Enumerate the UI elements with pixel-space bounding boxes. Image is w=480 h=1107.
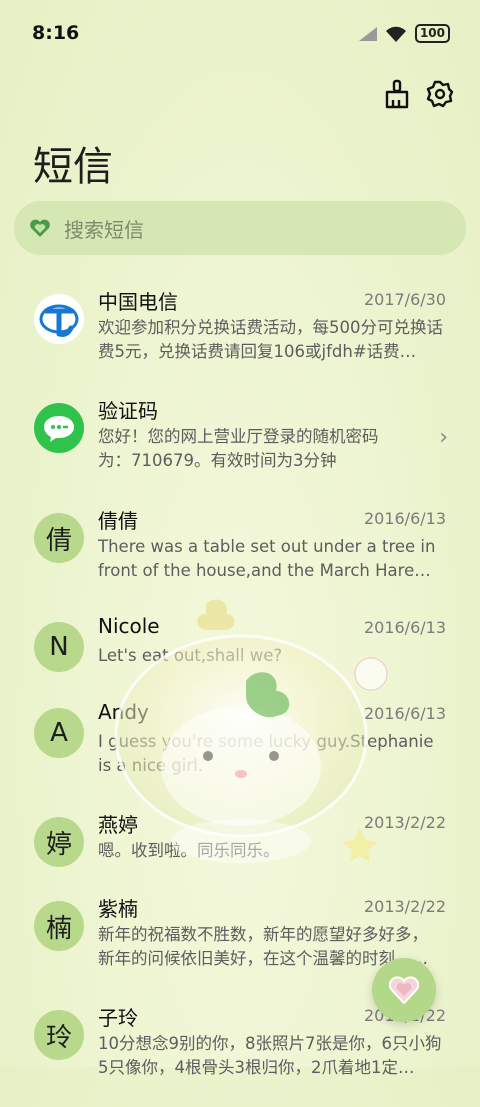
message-date: 2017/6/30	[363, 290, 446, 309]
signal-icon	[358, 26, 377, 41]
search-bar[interactable]: 搜索短信	[14, 201, 466, 255]
message-date: 2013/2/22	[363, 897, 446, 916]
status-icons: 100	[358, 24, 450, 43]
message-preview: 您好！您的网上营业厅登录的随机密码为：710679。有效时间为3分钟	[98, 427, 379, 470]
message-preview: Let's eat out,shall we?	[98, 646, 283, 665]
avatar: 楠	[34, 901, 84, 951]
sender-name: 子玲	[98, 1006, 138, 1030]
message-preview: 欢迎参加积分兑换话费活动，每500分可兑换话费5元，兑换话费请回复106或jfd…	[98, 318, 443, 361]
avatar: N	[34, 622, 84, 672]
chevron-right-icon[interactable]: ›	[439, 425, 448, 450]
list-item[interactable]: A Andy 2016/6/13 I guess you're some luc…	[0, 700, 480, 805]
message-date: 2013/2/22	[363, 813, 446, 832]
avatar: 玲	[34, 1010, 84, 1060]
message-preview: 10分想念9别的你，8张照片7张是你，6只小狗5只像你，4根骨头3根归你，2爪着…	[98, 1034, 442, 1077]
heart-gem-icon	[389, 976, 419, 1004]
sender-name: 中国电信	[98, 290, 178, 314]
compose-fab-button[interactable]	[372, 958, 436, 1022]
list-item[interactable]: 验证码 您好！您的网上营业厅登录的随机密码为：710679。有效时间为3分钟 ›	[0, 395, 480, 500]
list-item[interactable]: 中国电信 2017/6/30 欢迎参加积分兑换话费活动，每500分可兑换话费5元…	[0, 286, 480, 391]
status-time: 8:16	[32, 22, 80, 44]
message-date: 2016/6/13	[363, 704, 446, 723]
heart-search-icon	[30, 219, 50, 237]
message-bubble-icon	[34, 403, 84, 453]
clean-brush-icon[interactable]	[381, 78, 413, 110]
wifi-icon	[385, 26, 406, 42]
sender-name: 燕婷	[98, 813, 138, 837]
sender-name: Nicole	[98, 614, 160, 638]
search-placeholder[interactable]: 搜索短信	[64, 214, 144, 243]
battery-icon: 100	[414, 24, 450, 43]
list-item[interactable]: 倩 倩倩 2016/6/13 There was a table set out…	[0, 505, 480, 610]
sender-name: 验证码	[98, 399, 158, 423]
settings-gear-icon[interactable]	[424, 78, 456, 110]
message-preview: I guess you're some lucky guy.Stephanie …	[98, 732, 434, 775]
sender-name: 紫楠	[98, 897, 138, 921]
status-bar: 8:16 100	[0, 0, 480, 68]
sender-name: Andy	[98, 700, 149, 724]
china-telecom-logo	[34, 294, 84, 344]
avatar: A	[34, 708, 84, 758]
page-title: 短信	[33, 144, 113, 190]
message-preview: There was a table set out under a tree i…	[98, 537, 436, 580]
avatar: 婷	[34, 817, 84, 867]
avatar: 倩	[34, 513, 84, 563]
sender-name: 倩倩	[98, 509, 138, 533]
message-date: 2016/6/13	[363, 618, 446, 637]
message-date: 2016/6/13	[363, 509, 446, 528]
message-preview: 嗯。收到啦。同乐同乐。	[98, 841, 280, 860]
